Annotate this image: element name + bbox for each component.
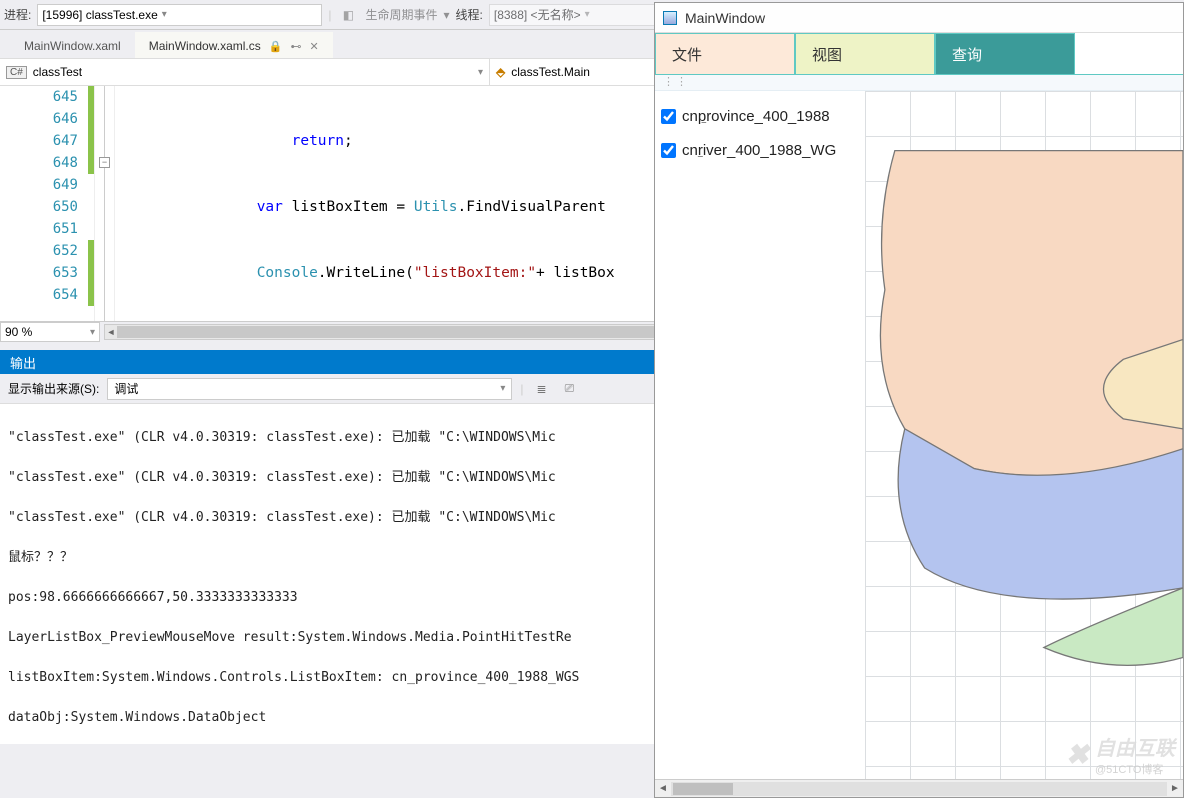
scroll-thumb[interactable] <box>673 783 733 795</box>
scope-value: classTest <box>33 65 82 79</box>
layer-item-province[interactable]: cnprovince_400_1988 <box>661 99 859 133</box>
thread-label: 线程: <box>456 6 483 23</box>
scroll-left-icon[interactable]: ◄ <box>655 783 671 794</box>
layer-listbox[interactable]: cnprovince_400_1988 cnriver_400_1988_WG <box>655 91 865 779</box>
output-source-value: 调试 <box>114 380 138 397</box>
pin-icon[interactable]: ⊷ <box>290 40 301 53</box>
chevron-down-icon: ▾ <box>500 383 505 394</box>
member-value: classTest.Main <box>511 65 590 79</box>
chevron-down-icon: ▾ <box>478 67 483 78</box>
app-menubar: 文件 视图 查询 <box>655 33 1183 75</box>
output-source-label: 显示输出来源(S): <box>8 380 99 397</box>
layer-checkbox[interactable] <box>661 143 676 158</box>
zoom-value: 90 % <box>5 325 32 339</box>
zoom-combo[interactable]: 90 % ▾ <box>0 322 100 342</box>
chevron-down-icon: ▾ <box>585 9 590 20</box>
class-icon: ⬘ <box>496 65 505 79</box>
process-label: 进程: <box>4 6 31 23</box>
watermark: ✖ 自由互联 @51CTO博客 <box>1066 732 1175 777</box>
output-source-combo[interactable]: 调试 ▾ <box>107 378 512 400</box>
scroll-left-icon[interactable]: ◄ <box>105 325 117 339</box>
app-titlebar[interactable]: MainWindow <box>655 3 1183 33</box>
line-gutter: 645 646 647 648 649 650 651 652 653 654 <box>0 86 95 321</box>
tab-label: MainWindow.xaml.cs <box>149 39 261 53</box>
menu-file[interactable]: 文件 <box>655 33 795 74</box>
lock-icon: 🔒 <box>269 40 283 53</box>
map-canvas[interactable] <box>865 91 1183 779</box>
output-title: 输出 <box>10 353 36 372</box>
window-icon <box>663 11 677 25</box>
layer-item-river[interactable]: cnriver_400_1988_WG <box>661 133 859 167</box>
lifecycle-icon: ◧ <box>337 4 359 26</box>
scope-combo[interactable]: C# classTest ▾ <box>0 59 490 85</box>
tab-mainwindow-xaml-cs[interactable]: MainWindow.xaml.cs 🔒 ⊷ ✕ <box>135 32 333 58</box>
menu-view[interactable]: 视图 <box>795 33 935 74</box>
app-title: MainWindow <box>685 10 765 26</box>
app-hscrollbar[interactable]: ◄ ► <box>655 779 1183 797</box>
process-combo[interactable]: [15996] classTest.exe ▾ <box>37 4 322 26</box>
fold-toggle[interactable]: − <box>99 157 110 168</box>
mainwindow-app: MainWindow 文件 视图 查询 ⋮⋮ cnprovince_400_19… <box>654 2 1184 798</box>
toolbar-grip[interactable]: ⋮⋮ <box>655 75 1183 91</box>
scroll-right-icon[interactable]: ► <box>1167 783 1183 794</box>
clear-icon[interactable]: ⎚ <box>559 379 579 399</box>
menu-query[interactable]: 查询 <box>935 33 1075 74</box>
csharp-badge: C# <box>6 66 27 79</box>
process-value: [15996] classTest.exe <box>42 8 157 22</box>
map-svg <box>865 91 1183 727</box>
layer-checkbox[interactable] <box>661 109 676 124</box>
find-icon[interactable]: ≣ <box>531 379 551 399</box>
fold-column[interactable]: − <box>95 86 115 321</box>
chevron-down-icon: ▾ <box>162 9 167 20</box>
chevron-down-icon: ▾ <box>90 327 95 338</box>
thread-value: [8388] <无名称> <box>494 6 581 23</box>
tab-label: MainWindow.xaml <box>24 39 121 53</box>
tab-mainwindow-xaml[interactable]: MainWindow.xaml <box>10 32 135 58</box>
close-icon[interactable]: ✕ <box>309 40 318 53</box>
lifecycle-label: 生命周期事件 <box>365 6 437 23</box>
